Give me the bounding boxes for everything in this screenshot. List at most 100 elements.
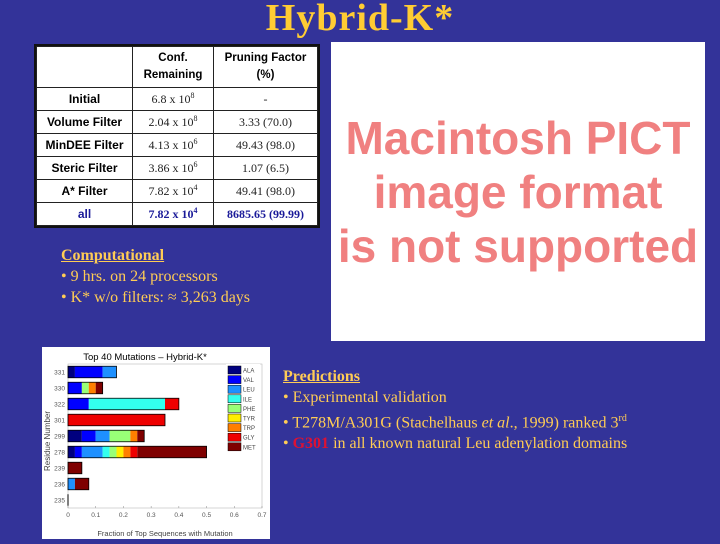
bar-segment-phe-299: [109, 430, 131, 442]
x-tick-label: 0.1: [91, 512, 100, 519]
bar-segment-leu-331: [102, 366, 117, 378]
computational-bullet: • 9 hrs. on 24 processors: [61, 268, 218, 285]
slide-title: Hybrid-K*: [265, 0, 455, 39]
bar-segment-val-322: [68, 398, 89, 410]
table-row: Steric Filter 3.86 x 106 1.07 (6.5): [36, 156, 318, 180]
row-label: MinDEE Filter: [36, 133, 133, 157]
predictions-bullet: • T278M/A301G (Stachelhaus et al., 1999)…: [283, 408, 627, 433]
table-row: Volume Filter 2.04 x 108 3.33 (70.0): [36, 110, 318, 134]
bar-segment-tyr-278: [116, 446, 124, 458]
bar-segment-ala-331: [68, 366, 75, 378]
table-row: MinDEE Filter 4.13 x 106 49.43 (98.0): [36, 133, 318, 157]
legend-swatch-tyr: [227, 413, 242, 423]
legend-swatch-gly: [227, 432, 242, 442]
bullet-text: •: [283, 435, 293, 453]
legend-swatch-phe: [227, 404, 242, 413]
bar-segment-leu-278: [81, 446, 103, 458]
predictions-bullet: • G301 in all known natural Leu adenylat…: [283, 433, 627, 454]
bar-segment-met-330: [95, 382, 103, 394]
bar-segment-gly-301: [68, 414, 165, 426]
predictions-heading: Predictions: [283, 368, 361, 385]
conf-value: 6.8 x 10: [151, 92, 191, 106]
bar-segment-gly-322: [165, 398, 179, 410]
legend-label-gly: GLY: [243, 436, 255, 442]
conf-value: 7.82 x 10: [148, 207, 194, 221]
bullet-text: in all known natural Leu adenylation dom…: [329, 435, 628, 453]
row-label: Volume Filter: [36, 110, 133, 134]
pruning-factor-cell: 49.41 (98.0): [213, 179, 318, 203]
conf-value: 3.86 x 10: [148, 161, 194, 175]
header-pruning-factor: Pruning Factor (%): [213, 46, 318, 88]
bar-segment-val-331: [74, 366, 103, 378]
computational-bullet: • K* w/o filters: ≈ 3,263 days: [61, 289, 251, 306]
bar-segment-val-330: [68, 382, 82, 394]
bar-segment-gly-278: [130, 446, 138, 458]
conf-remaining-cell: 6.8 x 108: [132, 87, 214, 111]
x-tick-label: 0.2: [119, 512, 128, 519]
conf-remaining-cell: 2.04 x 108: [132, 110, 214, 134]
conf-exponent: 4: [193, 206, 198, 215]
bullet-italic: et al: [481, 414, 510, 432]
conf-exponent: 8: [193, 114, 198, 123]
conf-remaining-cell: 7.82 x 104: [132, 179, 214, 203]
legend-label-val: VAL: [243, 378, 255, 384]
x-tick-label: 0: [66, 512, 70, 519]
chart-title: Top 40 Mutations – Hybrid-K*: [83, 352, 207, 363]
legend-label-ala: ALA: [243, 369, 254, 375]
bar-segment-phe-278: [109, 446, 117, 458]
row-label: Initial: [36, 87, 133, 111]
row-label: A* Filter: [36, 179, 133, 203]
table-row: all 7.82 x 104 8685.65 (99.99): [36, 202, 318, 226]
mutations-chart: Top 40 Mutations – Hybrid-K* Fraction of…: [43, 352, 267, 538]
bar-segment-ala-299: [68, 430, 82, 442]
conf-exponent: 6: [193, 160, 198, 169]
predictions-bullet: • Experimental validation: [283, 389, 447, 406]
conf-exponent: 6: [193, 137, 198, 146]
unsupported-image-placeholder: Macintosh PICT image format is not suppo…: [331, 42, 705, 341]
computational-heading: Computational: [61, 247, 165, 264]
bar-segment-val-278: [74, 446, 82, 458]
legend-label-phe: PHE: [243, 407, 255, 413]
conf-exponent: 8: [190, 91, 195, 100]
conf-value: 7.82 x 10: [148, 184, 194, 198]
bar-segment-met-278: [137, 446, 207, 458]
mutations-chart-panel: Top 40 Mutations – Hybrid-K* Fraction of…: [42, 347, 270, 539]
pruning-factor-cell: 8685.65 (99.99): [213, 202, 318, 226]
conf-remaining-cell: 7.82 x 104: [132, 202, 214, 226]
bar-segment-val-299: [81, 430, 96, 442]
legend-swatch-ala: [227, 365, 242, 375]
legend-label-leu: LEU: [243, 388, 255, 394]
legend-swatch-trp: [227, 423, 242, 432]
bullet-text: • T278M/A301G (Stachelhaus: [283, 414, 482, 432]
pruning-factor-cell: 3.33 (70.0): [213, 110, 318, 134]
bar-segment-trp-278: [123, 446, 131, 458]
table-row: Initial 6.8 x 108-: [36, 87, 318, 111]
x-tick-label: 0.7: [257, 512, 266, 519]
y-tick-label: 331: [54, 370, 65, 377]
legend-label-tyr: TYR: [243, 417, 256, 423]
legend-label-trp: TRP: [243, 426, 255, 432]
bar-segment-met-236: [74, 478, 89, 490]
bar-segment-ala-278: [68, 446, 75, 458]
legend-swatch-met: [227, 442, 242, 452]
placeholder-text: Macintosh PICT image format is not suppo…: [337, 111, 699, 272]
highlight-g301: G301: [292, 435, 330, 453]
legend-swatch-val: [227, 375, 242, 384]
legend-swatch-leu: [227, 384, 242, 394]
pruning-factor-cell: -: [213, 87, 318, 111]
table-row: A* Filter 7.82 x 104 49.41 (98.0): [36, 179, 318, 203]
computational-section: Computational • 9 hrs. on 24 processors …: [61, 245, 250, 308]
conf-remaining-cell: 4.13 x 106: [132, 133, 214, 157]
legend-label-met: MET: [243, 445, 256, 451]
y-tick-label: 301: [54, 418, 65, 425]
x-axis-label: Fraction of Top Sequences with Mutation: [97, 529, 232, 538]
x-tick-label: 0.3: [147, 512, 156, 519]
y-tick-label: 299: [54, 434, 65, 441]
pruning-factor-cell: 49.43 (98.0): [213, 133, 318, 157]
bar-segment-ile-322: [88, 398, 165, 410]
conf-value: 2.04 x 10: [148, 115, 194, 129]
x-tick-label: 0.6: [230, 512, 239, 519]
y-tick-label: 322: [54, 402, 65, 409]
pruning-factor-cell: 1.07 (6.5): [213, 156, 318, 180]
table-header-row: Conf. Remaining Pruning Factor (%): [36, 46, 318, 88]
